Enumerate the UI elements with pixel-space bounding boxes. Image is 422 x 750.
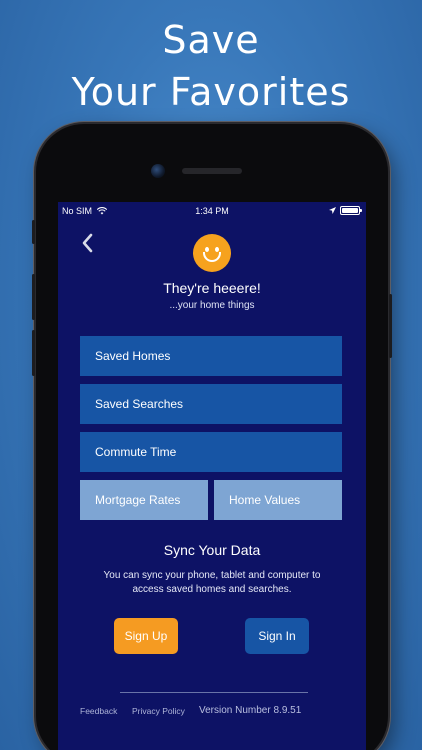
status-right [329,206,362,215]
home-values-button[interactable]: Home Values [214,480,342,520]
battery-icon [340,206,362,215]
smiley-face-icon [193,234,231,272]
chevron-left-icon [82,233,93,253]
commute-time-label: Commute Time [95,445,177,459]
saved-homes-button[interactable]: Saved Homes [80,336,342,376]
app-screen: No SIM 1:34 PM They're heeere! ...your h… [58,202,366,750]
sync-title: Sync Your Data [163,542,261,558]
sign-up-button[interactable]: Sign Up [114,618,178,654]
version-number: Version Number 8.9.51 [199,705,302,716]
sign-in-button[interactable]: Sign In [245,618,309,654]
location-arrow-icon [329,207,336,214]
privacy-policy-link[interactable]: Privacy Policy [132,706,185,716]
battery-fill [342,208,358,213]
status-bar: No SIM 1:34 PM [58,202,366,220]
promo-headline: Save Your Favorites [0,14,422,118]
saved-searches-button[interactable]: Saved Searches [80,384,342,424]
headline-line-1: Save [162,18,260,62]
sync-description: You can sync your phone, tablet and comp… [103,570,321,595]
commute-time-button[interactable]: Commute Time [80,432,342,472]
page-subtitle: ...your home things [169,300,255,311]
volume-up-button [32,274,35,320]
phone-frame: No SIM 1:34 PM They're heeere! ...your h… [32,124,392,750]
saved-homes-label: Saved Homes [95,349,171,363]
sign-up-label: Sign Up [124,629,168,643]
earpiece-speaker [182,168,242,174]
status-time: 1:34 PM [195,206,229,216]
mortgage-rates-button[interactable]: Mortgage Rates [80,480,208,520]
feedback-link[interactable]: Feedback [80,706,117,716]
front-camera-icon [151,164,165,178]
volume-down-button [32,330,35,376]
saved-searches-label: Saved Searches [95,397,184,411]
mortgage-rates-label: Mortgage Rates [95,493,181,507]
smiley-mouth [203,252,221,262]
headline-line-2: Your Favorites [71,70,351,114]
sign-in-label: Sign In [258,629,296,643]
footer-divider [120,692,308,693]
back-button[interactable] [80,232,100,258]
silent-switch [32,220,35,244]
page-title: They're heeere! [163,280,261,296]
home-values-label: Home Values [229,493,301,507]
power-button [389,294,392,358]
